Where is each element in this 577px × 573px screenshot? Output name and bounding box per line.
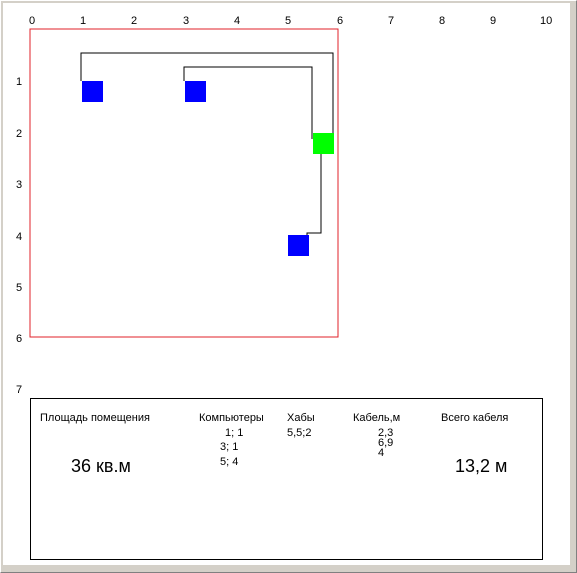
cable-route-1 <box>80 52 334 139</box>
computers-label: Компьютеры <box>199 412 264 424</box>
computer-coord: 1; 1 <box>225 427 244 439</box>
cable-route-2 <box>183 66 313 139</box>
cable-label: Кабель,м <box>353 412 401 424</box>
total-cable-value: 13,2 м <box>455 456 508 476</box>
cable-length: 4 <box>378 447 385 459</box>
room-plan-canvas: 0 1 2 3 4 5 6 7 8 9 10 1 2 3 4 5 6 7 Пло… <box>3 3 570 565</box>
app-window: 0 1 2 3 4 5 6 7 8 9 10 1 2 3 4 5 6 7 Пло… <box>0 0 577 573</box>
info-panel: Площадь помещения Компьютеры Хабы Кабель… <box>30 398 543 560</box>
hub-icon[interactable] <box>313 133 334 154</box>
computer-icon[interactable] <box>185 81 206 102</box>
hub-coord: 5,5;2 <box>287 427 312 439</box>
computer-icon[interactable] <box>82 81 103 102</box>
room-plan-drawing <box>29 28 339 338</box>
computer-coord: 5; 4 <box>220 456 239 468</box>
cable-route-3 <box>306 151 322 243</box>
area-label: Площадь помещения <box>40 412 150 424</box>
hubs-label: Хабы <box>287 412 315 424</box>
area-value: 36 кв.м <box>71 456 131 476</box>
total-cable-label: Всего кабеля <box>441 412 509 424</box>
computer-icon[interactable] <box>288 235 309 256</box>
computer-coord: 3; 1 <box>220 441 239 453</box>
